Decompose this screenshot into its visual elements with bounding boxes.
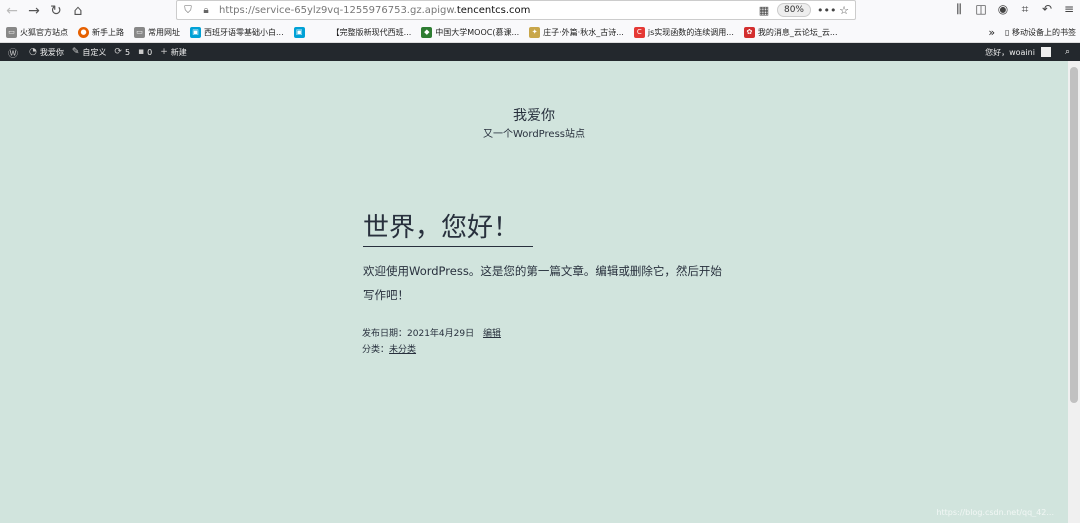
mobile-icon: ▯ — [1005, 28, 1010, 37]
sidebar-icon[interactable]: ◫ — [974, 2, 988, 17]
site-description: 又一个WordPress站点 — [482, 129, 586, 140]
vertical-scrollbar[interactable] — [1068, 61, 1080, 523]
bookmark-item[interactable]: ✿ 我的消息_云论坛_云... — [743, 26, 838, 38]
bilibili-icon: ▣ — [293, 26, 305, 38]
bookmark-item[interactable]: ▭ 火狐官方站点 — [6, 26, 68, 38]
avatar[interactable] — [1040, 47, 1051, 57]
bookmark-item[interactable]: ▣ — [293, 26, 308, 38]
bookmark-item[interactable]: 【完整版新现代西班... — [332, 27, 412, 38]
bookmark-item[interactable]: Cjs实现函数的连续调用... — [633, 26, 734, 38]
mobile-bookmarks[interactable]: ▯ 移动设备上的书签 — [1005, 27, 1076, 38]
folder-icon: ▭ — [6, 26, 17, 38]
bookmark-star-icon[interactable]: ☆ — [837, 4, 851, 17]
browser-toolbar: ← → ↻ ⌂ ⛉ 🔒︎ https://service-65ylz9vq-12… — [0, 0, 1080, 22]
wp-logo-icon[interactable]: Ⓦ — [8, 45, 21, 60]
dashboard-icon: ◔ — [29, 47, 37, 57]
folder-icon: ▭ — [134, 26, 145, 38]
menu-icon[interactable]: ≡ — [1062, 2, 1076, 17]
account-icon[interactable]: ◉ — [996, 2, 1010, 17]
admin-bar-updates[interactable]: ⟳ 5 — [114, 47, 130, 57]
bookmark-item[interactable]: ▣ 西班牙语零基础小白... — [190, 26, 284, 38]
forward-icon[interactable]: → — [24, 1, 44, 21]
url-bar[interactable]: ⛉ 🔒︎ https://service-65ylz9vq-1255976753… — [176, 0, 856, 20]
bookmark-item[interactable]: ▭ 常用网址 — [134, 26, 180, 38]
bookmark-item[interactable]: ◆ 中国大学MOOC(慕课... — [421, 26, 519, 38]
admin-bar-new[interactable]: + 新建 — [160, 47, 187, 58]
csdn-icon: C — [633, 26, 645, 38]
plus-icon: + — [160, 47, 168, 57]
admin-bar-customize[interactable]: ✎ 自定义 — [72, 47, 107, 58]
search-icon[interactable]: ⌕ — [1065, 47, 1070, 57]
back-icon[interactable]: ← — [2, 1, 22, 21]
bookmarks-bar: ▭ 火狐官方站点 ● 新手上路 ▭ 常用网址 ▣ 西班牙语零基础小白... ▣ 【完整版… — [0, 22, 1080, 43]
page-content: 我爱你 又一个WordPress站点 世界，您好！ 欢迎使用WordPress。… — [0, 61, 1068, 523]
lock-icon[interactable]: 🔒︎ — [199, 3, 213, 17]
reload-icon[interactable]: ↻ — [46, 1, 66, 21]
watermark: https://blog.csdn.net/qq_42... — [936, 508, 1054, 517]
admin-bar-comments[interactable]: ▪ 0 — [138, 47, 152, 57]
site-title[interactable]: 我爱你 — [0, 105, 1068, 125]
poetry-icon: ✦ — [529, 26, 541, 38]
screenshot-icon[interactable]: ⌗ — [1018, 2, 1032, 17]
scrollbar-thumb[interactable] — [1070, 67, 1078, 403]
post-date[interactable]: 2021年4月29日 — [407, 329, 474, 339]
library-icon[interactable]: ⫼ — [952, 2, 966, 17]
admin-bar-site[interactable]: ◔ 我爱你 — [29, 47, 64, 58]
bookmarks-overflow-icon[interactable]: » — [988, 26, 995, 39]
post-body: 欢迎使用WordPress。这是您的第一篇文章。编辑或删除它，然后开始写作吧！ — [363, 264, 722, 302]
edit-link[interactable]: 编辑 — [483, 329, 501, 339]
category-link[interactable]: 未分类 — [389, 345, 416, 355]
zoom-level[interactable]: 80% — [776, 3, 811, 17]
wp-admin-bar: Ⓦ ◔ 我爱你 ✎ 自定义 ⟳ 5 ▪ 0 + 新建 您好，woaini ⌕ — [0, 43, 1080, 61]
bilibili-icon: ▣ — [190, 26, 201, 38]
post-meta-category: 分类：未分类 — [362, 345, 417, 355]
firefox-icon: ● — [78, 26, 89, 38]
updates-icon: ⟳ — [114, 47, 122, 57]
undo-icon[interactable]: ↶ — [1040, 2, 1054, 17]
bookmark-item[interactable]: ● 新手上路 — [78, 26, 124, 38]
comment-icon: ▪ — [138, 47, 145, 57]
mooc-icon: ◆ — [421, 26, 433, 38]
shield-icon[interactable]: ⛉ — [181, 3, 195, 17]
post-meta-date: 发布日期：2021年4月29日 编辑 — [362, 329, 501, 339]
qr-code-icon[interactable]: ▦ — [757, 4, 771, 17]
home-icon[interactable]: ⌂ — [68, 1, 88, 21]
admin-bar-greeting[interactable]: 您好，woaini — [985, 47, 1035, 58]
url-text[interactable]: https://service-65ylz9vq-1255976753.gz.a… — [219, 5, 530, 16]
huawei-icon: ✿ — [743, 26, 755, 38]
bookmark-item[interactable]: ✦ 庄子·外篇·秋水_古诗... — [529, 26, 624, 38]
brush-icon: ✎ — [71, 47, 80, 57]
post-title[interactable]: 世界，您好！ — [363, 207, 534, 247]
page-actions-icon[interactable]: ••• — [817, 4, 836, 17]
